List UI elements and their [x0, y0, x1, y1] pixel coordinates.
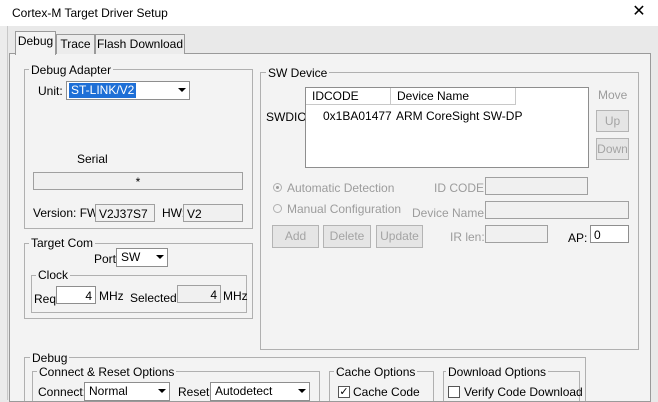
verify-code-download-checkbox[interactable] [448, 386, 460, 398]
selected-label: Selected: [130, 291, 181, 305]
chevron-down-icon [158, 389, 166, 393]
selected-clock-field: 4 [177, 285, 221, 303]
background-window-strip [0, 26, 8, 400]
move-label: Move [598, 88, 628, 102]
version-fw-label: Version: FW: [33, 206, 102, 220]
sw-device-table[interactable]: IDCODE Device Name 0x1BA01477 ARM CoreSi… [305, 87, 589, 168]
chevron-down-icon [156, 255, 164, 259]
row-device-name: ARM CoreSight SW-DP [396, 109, 523, 123]
idcode-field[interactable] [485, 177, 588, 195]
move-down-button[interactable]: Down [596, 138, 629, 160]
serial-label: Serial [77, 152, 108, 166]
cache-options-legend: Cache Options [334, 365, 418, 379]
connect-label: Connect: [38, 385, 87, 399]
debug-adapter-legend: Debug Adapter [29, 63, 114, 77]
column-header-device-name[interactable]: Device Name [391, 88, 516, 105]
reset-label: Reset: [178, 385, 213, 399]
tab-debug[interactable]: Debug [15, 31, 56, 55]
req-clock-input[interactable]: 4 [56, 286, 96, 304]
move-up-button[interactable]: Up [596, 110, 629, 132]
manual-configuration-radio[interactable] [273, 204, 282, 213]
cache-code-checkbox[interactable]: ✓ [338, 386, 350, 398]
device-name-field[interactable] [485, 201, 629, 219]
unit-label: Unit: [38, 84, 63, 98]
target-com-legend: Target Com [29, 236, 96, 250]
reset-select[interactable]: Autodetect [210, 382, 310, 401]
connect-reset-legend: Connect & Reset Options [37, 365, 177, 379]
download-options-legend: Download Options [446, 365, 549, 379]
ir-len-label: IR len: [450, 230, 485, 244]
tab-trace[interactable]: Trace [56, 34, 95, 54]
window-title: Cortex-M Target Driver Setup [12, 6, 168, 20]
port-select[interactable]: SW [116, 248, 168, 267]
debug-options-legend: Debug [30, 351, 70, 365]
device-name-label: Device Name: [412, 206, 488, 220]
cache-code-label: Cache Code [353, 385, 420, 399]
ir-len-field[interactable] [485, 225, 548, 243]
serial-field: * [33, 172, 243, 190]
req-unit: MHz [99, 289, 124, 303]
column-header-idcode[interactable]: IDCODE [306, 88, 391, 105]
hw-version-field: V2 [183, 204, 243, 222]
close-icon[interactable]: ✕ [630, 3, 648, 21]
fw-version-field: V2J37S7 [95, 204, 155, 222]
connect-select-value: Normal [89, 384, 128, 398]
clock-legend: Clock [36, 268, 71, 282]
reset-select-value: Autodetect [215, 384, 273, 398]
ap-input[interactable]: 0 [590, 225, 629, 243]
update-button[interactable]: Update [376, 225, 423, 248]
tab-flash-download[interactable]: Flash Download [95, 34, 185, 54]
manual-configuration-label: Manual Configuration [287, 202, 402, 216]
table-row[interactable]: 0x1BA01477 ARM CoreSight SW-DP [306, 107, 586, 124]
unit-select-value: ST-LINK/V2 [69, 83, 137, 98]
port-select-value: SW [121, 250, 141, 264]
idcode-label: ID CODE: [434, 181, 488, 195]
automatic-detection-label: Automatic Detection [287, 181, 395, 195]
connect-select[interactable]: Normal [84, 382, 170, 401]
delete-button[interactable]: Delete [323, 225, 371, 248]
add-button[interactable]: Add [272, 225, 319, 248]
verify-code-download-label: Verify Code Download [464, 385, 583, 399]
ap-label: AP: [568, 231, 588, 245]
sw-device-legend: SW Device [266, 66, 330, 80]
selected-unit: MHz [223, 289, 248, 303]
swdio-label: SWDIO [266, 110, 307, 124]
unit-select[interactable]: ST-LINK/V2 [66, 81, 190, 100]
chevron-down-icon [298, 389, 306, 393]
row-idcode: 0x1BA01477 [323, 109, 392, 123]
hw-label: HW: [162, 206, 186, 220]
chevron-down-icon [178, 88, 186, 92]
automatic-detection-radio[interactable] [273, 183, 282, 192]
